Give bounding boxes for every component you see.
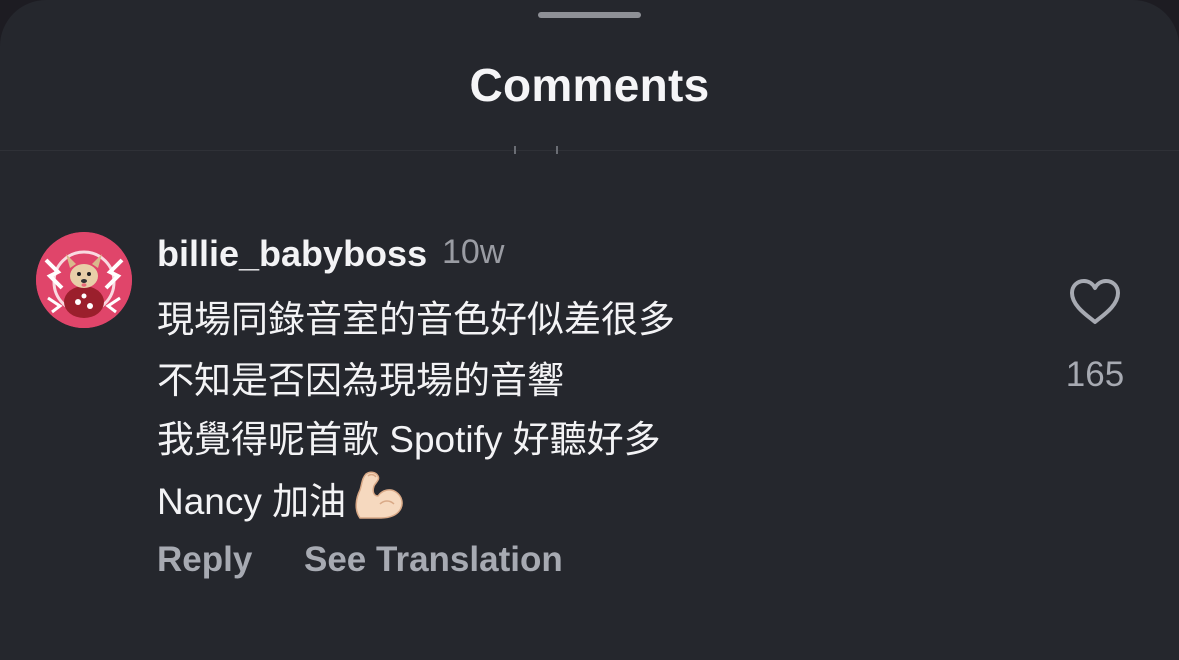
heart-icon bbox=[1070, 279, 1120, 324]
avatar[interactable] bbox=[36, 232, 132, 328]
avatar-image-icon bbox=[36, 232, 132, 328]
comment-text-line: 現場同錄音室的音色好似差很多 bbox=[157, 299, 675, 340]
reply-button[interactable]: Reply bbox=[157, 540, 252, 580]
comments-sheet: Comments billie_babyboss 10w 現場同錄音室的音色好似… bbox=[0, 0, 1179, 660]
comment-text-fragment: Nancy 加油 bbox=[157, 481, 347, 522]
comment-text-line: 我覺得呢首歌 Spotify 好聽好多 bbox=[157, 419, 661, 460]
comment-text-line-last: Nancy 加油 bbox=[157, 470, 404, 529]
sheet-header: Comments bbox=[0, 0, 1179, 151]
like-button[interactable] bbox=[1068, 278, 1122, 326]
like-count: 165 bbox=[1065, 355, 1125, 394]
flexed-biceps-icon bbox=[350, 470, 404, 529]
comment-username[interactable]: billie_babyboss bbox=[157, 233, 427, 275]
comment-text-line: 不知是否因為現場的音響 bbox=[157, 360, 564, 401]
sheet-title: Comments bbox=[469, 59, 710, 111]
scroll-peek-indicator bbox=[514, 146, 558, 154]
see-translation-button[interactable]: See Translation bbox=[304, 540, 563, 580]
comment-timestamp: 10w bbox=[442, 233, 505, 271]
